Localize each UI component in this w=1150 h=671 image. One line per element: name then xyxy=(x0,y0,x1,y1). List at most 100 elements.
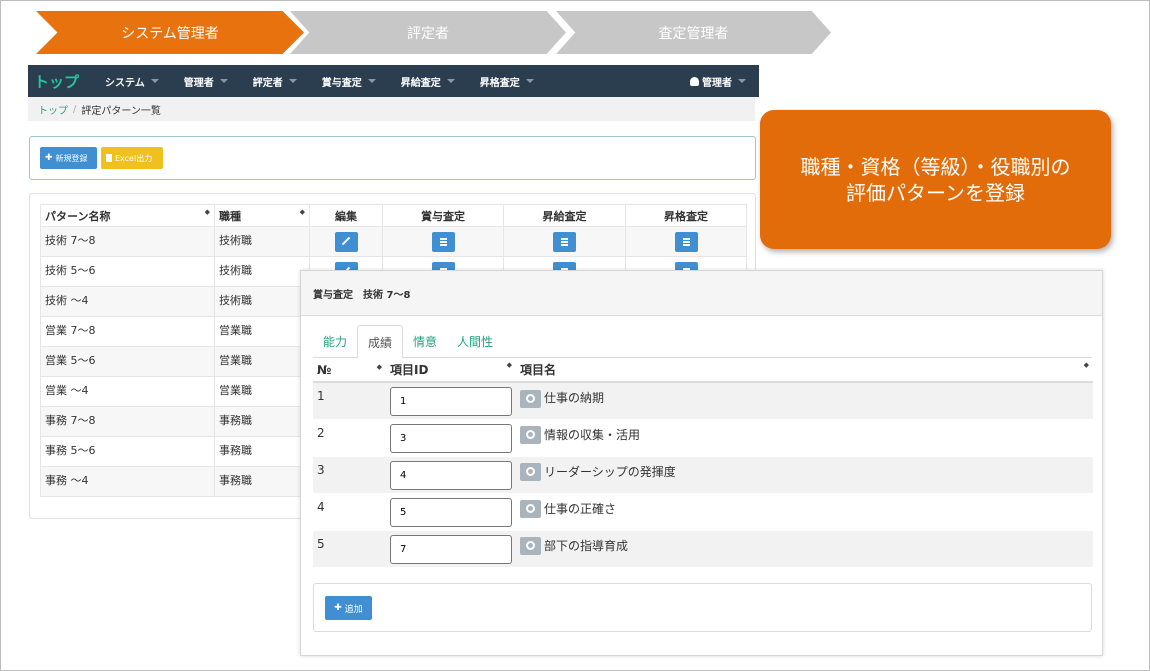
callout-line2: 評価パターンを登録 xyxy=(846,180,1025,205)
excel-export-button[interactable]: Excel出力 xyxy=(101,147,163,169)
pattern-name-cell: 技術 5～6 xyxy=(40,256,215,287)
search-icon[interactable] xyxy=(520,426,541,444)
col-job-type[interactable]: 職種 ◆ xyxy=(214,204,310,227)
nav-promotion[interactable]: 昇格査定 xyxy=(468,74,547,89)
navbar: トップ システム 管理者 評定者 賞与査定 昇給査定 昇格査定 管理者 xyxy=(28,65,759,97)
user-icon xyxy=(690,76,699,86)
item-no-cell: 2 xyxy=(313,419,386,457)
job-type-cell: 営業職 xyxy=(214,316,310,347)
new-button[interactable]: ✚ 新規登録 xyxy=(40,147,97,169)
item-id-input[interactable] xyxy=(390,387,512,416)
item-no-cell: 1 xyxy=(313,382,386,420)
nav-bonus[interactable]: 賞与査定 xyxy=(310,74,389,89)
search-icon[interactable] xyxy=(520,463,541,481)
step-system-admin: システム管理者 xyxy=(36,11,304,54)
tab-attitude[interactable]: 情意 xyxy=(403,325,447,358)
pattern-name-cell: 事務 5～6 xyxy=(40,436,215,467)
search-icon[interactable] xyxy=(520,389,541,408)
tab-ability[interactable]: 能力 xyxy=(313,325,357,358)
item-no-cell: 5 xyxy=(313,530,386,568)
excel-button-label: Excel出力 xyxy=(115,153,153,163)
item-name-cell: 部下の指導育成 xyxy=(544,538,629,553)
item-id-input[interactable] xyxy=(390,460,512,490)
job-type-cell: 技術職 xyxy=(214,286,310,317)
nav-raise[interactable]: 昇給査定 xyxy=(389,74,468,89)
job-type-cell: 技術職 xyxy=(214,226,310,257)
col-edit: 編集 xyxy=(309,204,383,227)
nav-label: 昇給査定 xyxy=(400,77,441,89)
table-row: 技術 7～8 技術職 xyxy=(40,226,747,257)
col-label: 職種 xyxy=(219,209,241,223)
col-label: № xyxy=(317,362,332,377)
table-row: 4 仕事の正確さ xyxy=(313,493,1093,531)
col-label: 項目名 xyxy=(520,363,557,377)
list-icon[interactable] xyxy=(674,232,698,252)
callout-line1: 職種・資格（等級）・役職別の xyxy=(800,154,1071,179)
item-id-input[interactable] xyxy=(390,497,512,527)
sort-icon: ◆ xyxy=(1083,361,1089,369)
new-button-label: 新規登録 xyxy=(55,153,88,163)
item-id-input[interactable] xyxy=(390,534,512,564)
list-icon[interactable] xyxy=(553,232,576,252)
caret-down-icon xyxy=(446,79,455,83)
edit-icon[interactable] xyxy=(334,232,358,252)
col-no[interactable]: № ◆ xyxy=(313,358,386,383)
brand-link[interactable]: トップ xyxy=(28,71,93,92)
nav-label: システム xyxy=(105,77,145,89)
nav-label: 評定者 xyxy=(252,77,283,89)
nav-user-menu[interactable]: 管理者 xyxy=(678,74,759,89)
caret-down-icon xyxy=(288,79,297,83)
sort-icon: ◆ xyxy=(204,207,210,216)
callout-box: 職種・資格（等級）・役職別の 評価パターンを登録 xyxy=(760,110,1111,249)
nav-admin[interactable]: 管理者 xyxy=(172,74,241,89)
col-item-id[interactable]: 項目ID ◆ xyxy=(386,358,516,383)
list-icon[interactable] xyxy=(431,232,455,252)
add-button[interactable]: ✚ 追加 xyxy=(325,596,372,620)
pattern-name-cell: 事務 7～8 xyxy=(40,406,215,437)
caret-down-icon xyxy=(367,79,376,83)
table-row: 1 仕事の納期 xyxy=(313,382,1093,420)
search-icon[interactable] xyxy=(520,537,541,555)
col-pattern-name[interactable]: パターン名称 ◆ xyxy=(40,204,215,227)
item-name-cell: 情報の収集・活用 xyxy=(544,427,641,442)
job-type-cell: 事務職 xyxy=(214,406,310,437)
breadcrumb-home[interactable]: トップ xyxy=(38,102,68,117)
col-label: パターン名称 xyxy=(45,209,111,223)
job-type-cell: 事務職 xyxy=(214,466,310,497)
job-type-cell: 技術職 xyxy=(214,256,310,287)
tab-bar: 能力 成績 情意 人間性 xyxy=(313,325,1092,359)
pattern-name-cell: 事務 ～4 xyxy=(40,466,215,497)
pattern-name-cell: 技術 ～4 xyxy=(40,286,215,317)
item-no-cell: 4 xyxy=(313,493,386,531)
item-name-cell: 仕事の正確さ xyxy=(544,501,617,516)
search-icon[interactable] xyxy=(520,500,541,518)
job-type-cell: 営業職 xyxy=(214,376,310,407)
nav-system[interactable]: システム xyxy=(93,74,172,89)
sort-icon: ◆ xyxy=(376,362,382,371)
step-evaluator: 評定者 xyxy=(290,11,566,54)
pattern-name-cell: 営業 ～4 xyxy=(40,376,215,407)
add-button-label: 追加 xyxy=(344,604,363,615)
item-no-cell: 3 xyxy=(313,456,386,494)
job-type-cell: 営業職 xyxy=(214,346,310,377)
breadcrumb: トップ / 評定パターン一覧 xyxy=(28,97,755,121)
col-item-name[interactable]: 項目名 ◆ xyxy=(516,358,1093,383)
job-type-cell: 事務職 xyxy=(214,436,310,467)
caret-down-icon xyxy=(738,79,746,83)
file-icon xyxy=(106,154,112,162)
nav-evaluator[interactable]: 評定者 xyxy=(241,74,310,89)
col-promotion: 昇格査定 xyxy=(625,204,747,227)
caret-down-icon xyxy=(150,79,159,83)
sort-icon: ◆ xyxy=(506,361,512,369)
tab-results[interactable]: 成績 xyxy=(357,325,404,359)
nav-label: 管理者 xyxy=(183,77,214,89)
dialog-title: 賞与査定 技術 7～8 xyxy=(301,271,1102,316)
item-name-cell: 仕事の納期 xyxy=(544,391,605,405)
col-bonus: 賞与査定 xyxy=(382,204,504,227)
breadcrumb-current: 評定パターン一覧 xyxy=(81,105,161,117)
nav-label: 昇格査定 xyxy=(479,77,520,89)
item-id-input[interactable] xyxy=(390,423,512,453)
bonus-pattern-dialog: 賞与査定 技術 7～8 能力 成績 情意 人間性 № ◆ 項目ID ◆ 項目名 ◆ 1… xyxy=(300,270,1103,656)
tab-personality[interactable]: 人間性 xyxy=(447,325,503,358)
action-panel: ✚ 新規登録 Excel出力 xyxy=(29,136,756,180)
